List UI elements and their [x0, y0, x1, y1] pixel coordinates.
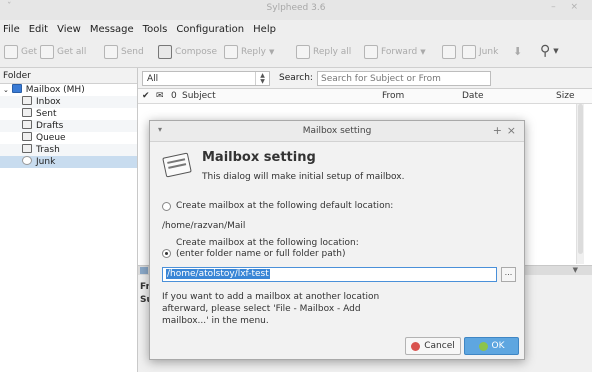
send-icon: [104, 45, 118, 59]
menu-message[interactable]: Message: [90, 24, 134, 35]
col-date[interactable]: Date: [462, 91, 484, 101]
browse-button[interactable]: ...: [501, 267, 516, 282]
ok-icon: [478, 341, 488, 351]
mailbox-path-input[interactable]: /home/atolstoy/lxf-test: [162, 267, 497, 282]
divider-handle-icon[interactable]: [140, 267, 148, 274]
queue-icon: [22, 132, 32, 141]
forward-button[interactable]: Forward ▼: [364, 45, 426, 59]
search-icon: ⚲: [540, 43, 551, 59]
search-label: Search:: [279, 73, 313, 83]
mailbox-setup-icon: [162, 152, 192, 178]
dialog-titlebar: ▾ Mailbox setting + ×: [150, 121, 524, 142]
folder-inbox[interactable]: Inbox: [0, 96, 137, 108]
reply-icon: [224, 45, 238, 59]
chevron-down-icon[interactable]: ▼: [573, 266, 578, 274]
col-size[interactable]: Size: [556, 91, 574, 101]
send-button[interactable]: Send: [104, 45, 144, 59]
filter-scope-select[interactable]: All ▲ ▼: [142, 71, 270, 86]
mailbox-setting-dialog: ▾ Mailbox setting + × Mailbox setting Th…: [149, 120, 525, 360]
menu-bar: File Edit View Message Tools Configurati…: [0, 20, 592, 38]
get-button[interactable]: Get: [4, 45, 37, 59]
cancel-button[interactable]: Cancel: [405, 337, 461, 355]
dialog-heading: Mailbox setting: [202, 150, 316, 165]
cancel-icon: [411, 341, 421, 351]
menu-view[interactable]: View: [57, 24, 81, 35]
menu-edit[interactable]: Edit: [29, 24, 48, 35]
search-dropdown-icon[interactable]: ▼: [553, 47, 558, 55]
search-input[interactable]: [317, 71, 491, 86]
trash-icon: [22, 144, 32, 153]
junk-icon: [22, 156, 32, 165]
window-controls[interactable]: – ×: [551, 2, 584, 12]
reply-all-icon: [296, 45, 310, 59]
folder-column-header[interactable]: Folder: [0, 68, 137, 84]
filter-bar: All ▲ ▼ Search:: [138, 68, 592, 89]
window-title: Sylpheed 3.6: [266, 3, 326, 13]
sent-icon: [22, 108, 32, 117]
junk-button[interactable]: Junk: [462, 45, 498, 59]
custom-option-line2: (enter folder name or full folder path): [176, 249, 346, 259]
toolbar: Get Get all Send Compose Reply ▼ Reply al…: [0, 38, 592, 68]
compose-button[interactable]: Compose: [158, 45, 217, 59]
next-button[interactable]: ⬇: [513, 45, 522, 58]
get-all-button[interactable]: Get all: [40, 45, 86, 59]
col-attachment[interactable]: 0: [171, 91, 177, 101]
default-path-text: /home/razvan/Mail: [162, 221, 246, 231]
spinner-icon[interactable]: ▲ ▼: [255, 72, 269, 85]
close-icon[interactable]: ×: [507, 124, 516, 137]
radio-custom[interactable]: [162, 249, 171, 258]
folder-drafts[interactable]: Drafts: [0, 120, 137, 132]
get-all-icon: [40, 45, 54, 59]
dialog-subtitle: This dialog will make initial setup of m…: [202, 172, 405, 182]
drafts-icon: [22, 120, 32, 129]
info-text: If you want to add a mailbox at another …: [162, 292, 380, 326]
reply-dropdown-icon[interactable]: ▼: [269, 48, 274, 56]
mailbox-icon: [11, 84, 22, 93]
custom-option-line1: Create mailbox at the following location…: [176, 238, 359, 248]
expander-icon[interactable]: ⌄: [3, 86, 9, 94]
col-unread[interactable]: ✉: [156, 91, 164, 101]
trash-icon: [442, 45, 456, 59]
menu-tools[interactable]: Tools: [143, 24, 168, 35]
scrollbar-thumb[interactable]: [578, 104, 583, 254]
get-mail-icon: [4, 45, 18, 59]
reply-button[interactable]: Reply ▼: [224, 45, 274, 59]
column-headers: ✔ ✉ 0 Subject From Date Size: [138, 89, 592, 104]
folder-sent[interactable]: Sent: [0, 108, 137, 120]
menu-file[interactable]: File: [3, 24, 20, 35]
menu-configuration[interactable]: Configuration: [176, 24, 244, 35]
forward-icon: [364, 45, 378, 59]
window-titlebar: ˇ Sylpheed 3.6 – ×: [0, 0, 592, 20]
list-scrollbar[interactable]: [576, 104, 584, 264]
radio-default[interactable]: [162, 202, 171, 211]
compose-icon: [158, 45, 172, 59]
folder-junk[interactable]: Junk: [0, 156, 137, 168]
menu-help[interactable]: Help: [253, 24, 276, 35]
inbox-icon: [22, 96, 32, 105]
col-mark[interactable]: ✔: [142, 91, 150, 101]
delete-button[interactable]: [442, 45, 459, 59]
folder-mailbox-root[interactable]: ⌄ Mailbox (MH): [0, 84, 137, 96]
junk-icon: [462, 45, 476, 59]
col-subject[interactable]: Subject: [182, 91, 216, 101]
folder-queue[interactable]: Queue: [0, 132, 137, 144]
folder-pane: Folder ⌄ Mailbox (MH) Inbox Sent Drafts …: [0, 68, 138, 372]
reply-all-button[interactable]: Reply all: [296, 45, 351, 59]
maximize-icon[interactable]: +: [493, 124, 502, 137]
arrow-down-icon: ⬇: [513, 45, 523, 58]
search-button[interactable]: ⚲ ▼: [540, 43, 559, 59]
col-from[interactable]: From: [382, 91, 404, 101]
option-default-location[interactable]: Create mailbox at the following default …: [162, 201, 393, 211]
option-custom-location[interactable]: Create mailbox at the following location…: [162, 238, 359, 260]
forward-dropdown-icon[interactable]: ▼: [420, 48, 425, 56]
ok-button[interactable]: OK: [464, 337, 519, 355]
dialog-window-title: Mailbox setting: [302, 126, 372, 136]
folder-trash[interactable]: Trash: [0, 144, 137, 156]
